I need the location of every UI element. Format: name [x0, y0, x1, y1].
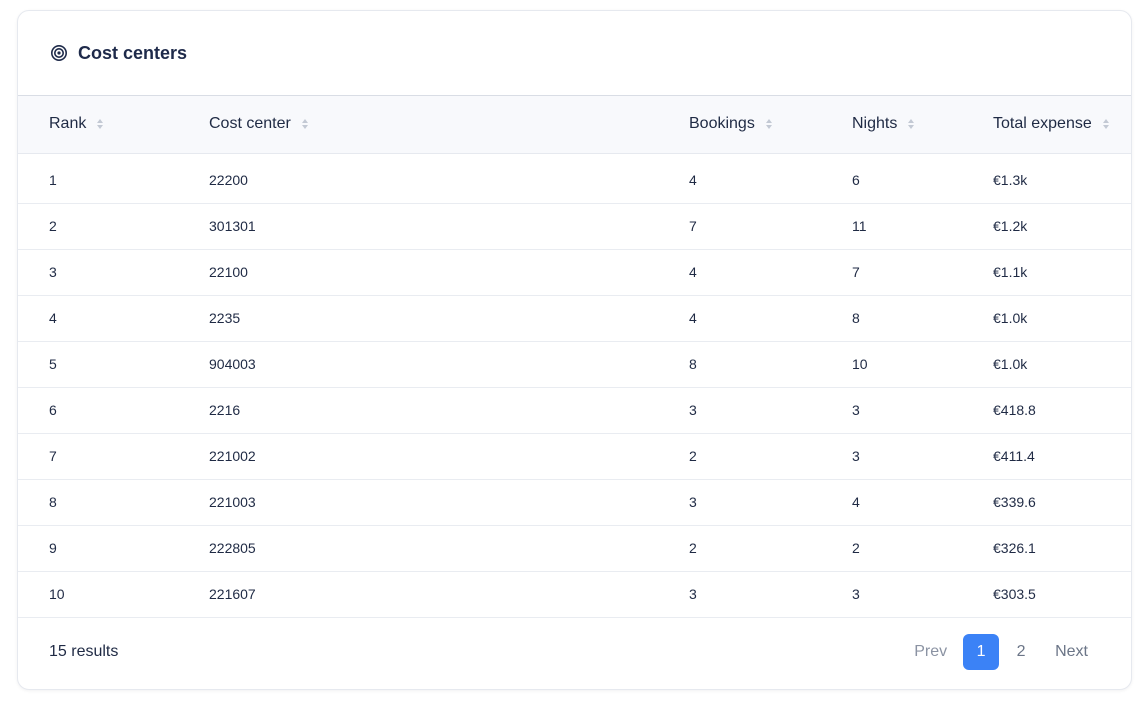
table-row: 8 221003 3 4 €339.6 [18, 479, 1131, 525]
cell-rank: 5 [49, 356, 57, 372]
cell-nights: 2 [852, 540, 860, 556]
cell-total-expense: €1.3k [993, 172, 1028, 188]
cell-rank: 4 [49, 310, 57, 326]
cell-bookings: 2 [689, 540, 697, 556]
cell-cost-center: 2235 [209, 310, 241, 326]
cell-cost-center: 221003 [209, 494, 256, 510]
sort-icon[interactable] [301, 118, 309, 130]
cell-nights: 3 [852, 448, 860, 464]
cell-rank: 3 [49, 264, 57, 280]
column-header-label: Nights [852, 115, 898, 133]
cell-cost-center: 301301 [209, 218, 256, 234]
cell-total-expense: €303.5 [993, 586, 1036, 602]
column-header-rank[interactable]: Rank [18, 96, 209, 153]
cell-nights: 7 [852, 264, 860, 280]
cell-cost-center: 22100 [209, 264, 248, 280]
column-header-label: Cost center [209, 115, 291, 133]
page-1-button[interactable]: 1 [963, 633, 1000, 670]
cell-bookings: 4 [689, 172, 697, 188]
table-footer: 15 results Prev 1 2 Next [18, 618, 1131, 686]
cell-cost-center: 22200 [209, 172, 248, 188]
target-icon [50, 44, 68, 62]
cell-rank: 9 [49, 540, 57, 556]
cell-total-expense: €326.1 [993, 540, 1036, 556]
cell-rank: 6 [49, 402, 57, 418]
next-page-button[interactable]: Next [1055, 643, 1088, 661]
column-header-cost-center[interactable]: Cost center [209, 96, 689, 153]
cell-nights: 3 [852, 402, 860, 418]
cell-nights: 8 [852, 310, 860, 326]
cost-centers-table: Rank Cost center Bookings Nights Total e… [18, 96, 1131, 618]
cell-bookings: 2 [689, 448, 697, 464]
cell-cost-center: 222805 [209, 540, 256, 556]
table-row: 2 301301 7 11 €1.2k [18, 203, 1131, 249]
sort-icon[interactable] [96, 118, 104, 130]
column-header-label: Total expense [993, 115, 1092, 133]
column-header-label: Rank [49, 115, 87, 133]
cell-rank: 10 [49, 586, 65, 602]
card-title: Cost centers [78, 42, 188, 63]
cell-nights: 4 [852, 494, 860, 510]
sort-icon[interactable] [907, 118, 915, 130]
cell-bookings: 8 [689, 356, 697, 372]
column-header-bookings[interactable]: Bookings [689, 96, 852, 153]
cell-bookings: 7 [689, 218, 697, 234]
column-header-label: Bookings [689, 115, 755, 133]
cell-nights: 10 [852, 356, 868, 372]
table-row: 6 2216 3 3 €418.8 [18, 387, 1131, 433]
cell-nights: 6 [852, 172, 860, 188]
cell-cost-center: 221607 [209, 586, 256, 602]
table-row: 4 2235 4 8 €1.0k [18, 295, 1131, 341]
cell-total-expense: €1.0k [993, 356, 1028, 372]
cell-nights: 3 [852, 586, 860, 602]
cell-bookings: 4 [689, 310, 697, 326]
cell-total-expense: €1.0k [993, 310, 1028, 326]
prev-page-button[interactable]: Prev [914, 643, 947, 661]
table-body: 1 22200 4 6 €1.3k 2 301301 7 11 €1.2k 3 … [18, 153, 1131, 617]
table-row: 7 221002 2 3 €411.4 [18, 433, 1131, 479]
cell-total-expense: €418.8 [993, 402, 1036, 418]
table-header-row: Rank Cost center Bookings Nights Total e… [18, 96, 1131, 153]
pagination: Prev 1 2 Next [914, 633, 1088, 670]
page-2-button[interactable]: 2 [1003, 634, 1039, 670]
cell-nights: 11 [852, 218, 867, 234]
card-header: Cost centers [18, 11, 1131, 96]
cell-bookings: 3 [689, 402, 697, 418]
cell-bookings: 4 [689, 264, 697, 280]
cell-total-expense: €1.1k [993, 264, 1028, 280]
cost-centers-card: Cost centers Rank Cost center Bookings N… [17, 10, 1132, 690]
sort-icon[interactable] [1102, 118, 1110, 130]
cell-rank: 8 [49, 494, 57, 510]
table-row: 9 222805 2 2 €326.1 [18, 525, 1131, 571]
column-header-total-expense[interactable]: Total expense [993, 96, 1131, 153]
table-row: 1 22200 4 6 €1.3k [18, 153, 1131, 203]
sort-icon[interactable] [765, 118, 773, 130]
cell-bookings: 3 [689, 494, 697, 510]
column-header-nights[interactable]: Nights [852, 96, 993, 153]
results-count: 15 results [49, 642, 119, 660]
cell-cost-center: 904003 [209, 356, 256, 372]
cell-cost-center: 221002 [209, 448, 256, 464]
cell-cost-center: 2216 [209, 402, 241, 418]
cell-total-expense: €339.6 [993, 494, 1036, 510]
cell-rank: 7 [49, 448, 57, 464]
table-row: 10 221607 3 3 €303.5 [18, 571, 1131, 617]
table-row: 3 22100 4 7 €1.1k [18, 249, 1131, 295]
cell-rank: 1 [49, 172, 57, 188]
cell-total-expense: €411.4 [993, 448, 1035, 464]
cell-bookings: 3 [689, 586, 697, 602]
table-row: 5 904003 8 10 €1.0k [18, 341, 1131, 387]
cell-rank: 2 [49, 218, 57, 234]
cell-total-expense: €1.2k [993, 218, 1028, 234]
